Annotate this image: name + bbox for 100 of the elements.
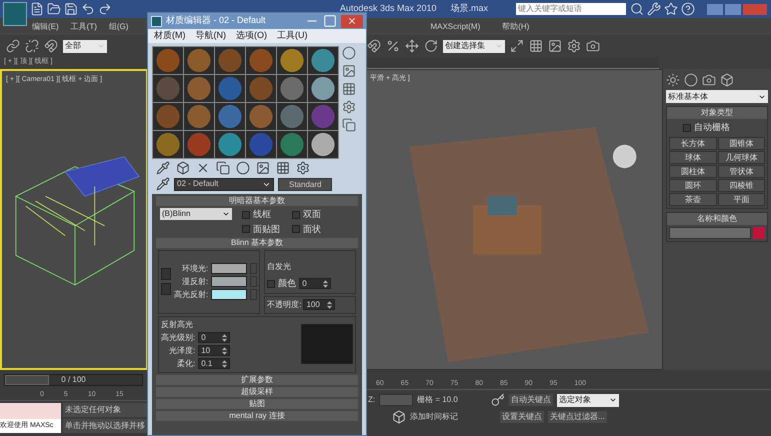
coordinate-field[interactable] (379, 394, 414, 406)
box-icon[interactable] (176, 161, 190, 175)
material-sphere[interactable] (277, 75, 307, 102)
rollout-header[interactable]: 对象类型 (667, 107, 767, 119)
search-field[interactable]: 键入关键字或短语 (516, 3, 626, 15)
shader-dropdown[interactable]: (B)Blinn (160, 208, 232, 220)
camera-icon[interactable] (702, 73, 716, 87)
key-mode-dropdown[interactable]: 选定对象 (557, 394, 620, 406)
delete-icon[interactable] (196, 161, 210, 175)
object-type-button[interactable]: 圆环 (669, 178, 716, 192)
rollout-header[interactable]: 超级采样 (156, 386, 358, 396)
redo-icon[interactable] (98, 2, 112, 16)
copy-icon[interactable] (216, 161, 230, 175)
menu-item[interactable]: 编辑(E) (32, 20, 59, 32)
material-sphere[interactable] (277, 103, 307, 130)
box-icon[interactable] (720, 73, 734, 87)
time-tag-field[interactable]: 添加时间标记 (410, 411, 472, 423)
spinner-arrows-icon[interactable] (222, 360, 228, 368)
object-type-button[interactable]: 球体 (669, 150, 716, 164)
category-dropdown[interactable]: 标准基本体 (666, 90, 768, 103)
number-spinner[interactable]: 100 (303, 299, 336, 310)
rollout-header[interactable]: 名称和颜色 (667, 212, 767, 224)
caret-icon[interactable] (609, 396, 618, 404)
named-selection-dropdown[interactable]: 创建选择集 (443, 40, 505, 52)
checkbox[interactable] (683, 124, 691, 132)
star-icon[interactable] (664, 2, 678, 16)
grid-icon[interactable] (276, 161, 290, 175)
object-type-button[interactable]: 圆锥体 (718, 136, 765, 150)
object-type-button[interactable]: 平面 (718, 192, 765, 206)
color-swatch[interactable] (211, 263, 248, 274)
checkbox[interactable] (292, 225, 300, 234)
eyedropper-icon[interactable] (156, 177, 170, 191)
checkbox[interactable] (292, 210, 300, 219)
material-sphere[interactable] (215, 103, 245, 130)
spinner-arrows-icon[interactable] (222, 346, 228, 354)
object-type-button[interactable]: 四棱锥 (718, 178, 765, 192)
rollout-header[interactable]: Blinn 基本参数 (156, 238, 358, 248)
time-slider-thumb[interactable] (5, 375, 49, 385)
object-color-swatch[interactable] (753, 226, 765, 238)
material-sphere[interactable] (308, 75, 338, 102)
material-sphere[interactable] (215, 131, 245, 158)
new-file-icon[interactable] (30, 2, 44, 16)
key-filters-button[interactable]: 关键点过滤器... (548, 411, 607, 423)
link-icon[interactable] (6, 39, 20, 53)
open-icon[interactable] (47, 2, 61, 16)
sphere-icon[interactable] (684, 73, 698, 87)
number-spinner[interactable]: 10 (198, 345, 230, 356)
menu-item[interactable]: 导航(N) (196, 29, 226, 43)
menu-item[interactable]: 选项(O) (236, 29, 267, 43)
checkbox[interactable] (267, 280, 276, 288)
object-type-button[interactable]: 长方体 (669, 136, 716, 150)
menu-item[interactable]: MAXScript(M) (430, 20, 480, 32)
checkbox[interactable] (242, 210, 250, 219)
save-icon[interactable] (64, 2, 78, 16)
spinner-arrows-icon[interactable] (327, 300, 332, 308)
rollout-header[interactable]: 贴图 (156, 398, 358, 408)
percent-snap-icon[interactable] (386, 39, 400, 53)
number-spinner[interactable]: 0.1 (198, 358, 230, 369)
app-logo[interactable] (3, 2, 27, 26)
auto-key-button[interactable]: 自动关键点 (509, 394, 554, 406)
color-swatch[interactable] (211, 289, 248, 300)
object-type-button[interactable]: 几何球体 (718, 150, 765, 164)
caret-icon[interactable] (222, 210, 230, 218)
spinner-arrows-icon[interactable] (323, 280, 328, 288)
snap-icon[interactable] (367, 39, 381, 53)
checkbox[interactable] (242, 225, 250, 234)
object-type-button[interactable]: 圆柱体 (669, 164, 716, 178)
picture-icon[interactable] (256, 161, 270, 175)
time-slider[interactable]: 0 / 100 (4, 374, 143, 386)
number-spinner[interactable]: 0 (198, 332, 230, 343)
checker-icon[interactable] (342, 82, 356, 96)
copy-icon[interactable] (342, 118, 356, 132)
lock-toggle[interactable] (161, 283, 171, 296)
selection-filter-dropdown[interactable]: 全部 (63, 40, 107, 52)
wrench-icon[interactable] (647, 2, 661, 16)
lock-toggle[interactable] (161, 268, 171, 280)
menu-item[interactable]: 工具(U) (277, 29, 308, 43)
menu-item[interactable]: 材质(M) (154, 29, 186, 43)
light-icon[interactable] (666, 73, 680, 87)
rollout-header[interactable]: 扩展参数 (156, 374, 358, 384)
sphere-icon[interactable] (342, 46, 356, 60)
material-sphere[interactable] (277, 47, 307, 74)
material-name-field[interactable]: 02 - Default (174, 178, 274, 190)
settings-icon[interactable] (342, 100, 356, 114)
name-field[interactable] (669, 226, 751, 238)
menu-item[interactable]: 工具(T) (70, 20, 97, 32)
move-icon[interactable] (405, 39, 419, 53)
material-sphere[interactable] (308, 131, 338, 158)
rollout-header[interactable]: 明暗器基本参数 (156, 196, 358, 206)
set-key-button[interactable]: 设置关键点 (500, 411, 544, 423)
close-icon[interactable] (347, 16, 357, 26)
help-icon[interactable] (681, 2, 695, 16)
color-swatch[interactable] (211, 276, 248, 288)
menu-item[interactable]: 组(G) (108, 20, 128, 32)
unlink-icon[interactable] (25, 39, 39, 53)
close-button[interactable] (341, 14, 363, 28)
settings-icon[interactable] (296, 161, 310, 175)
material-type-button[interactable]: Standard (278, 178, 332, 190)
spinner-arrows-icon[interactable] (222, 334, 228, 342)
object-type-button[interactable]: 管状体 (718, 164, 765, 178)
